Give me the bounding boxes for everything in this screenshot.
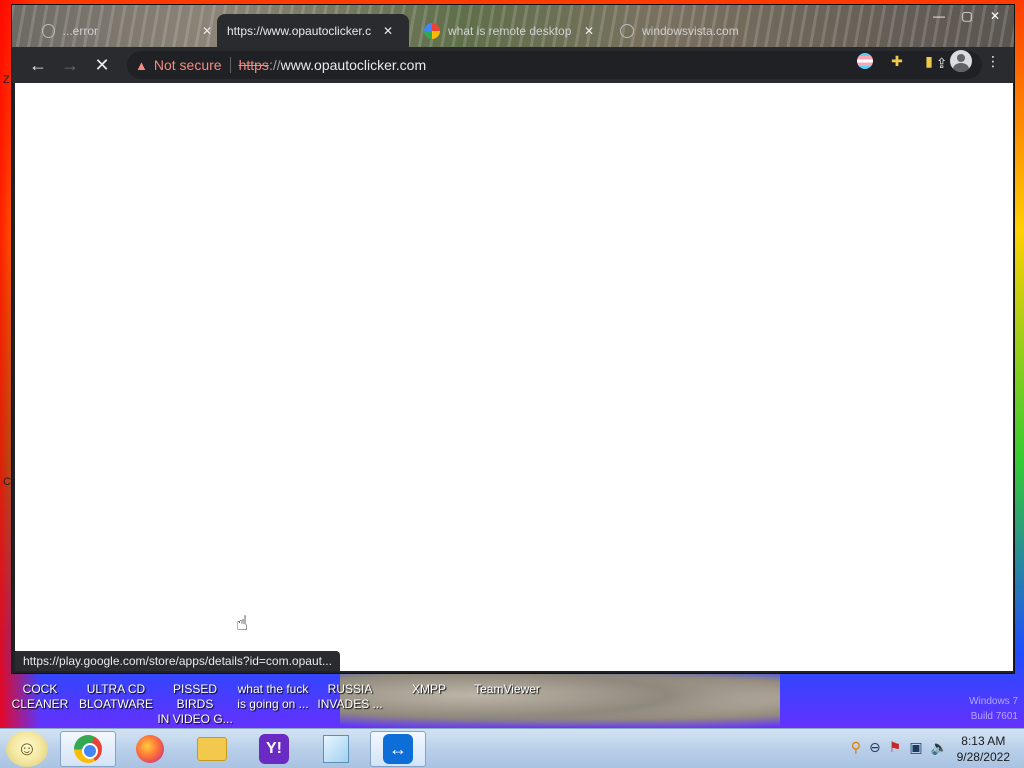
url-scheme: https <box>238 57 269 73</box>
clock[interactable]: 8:13 AM 9/28/2022 <box>957 733 1010 765</box>
desktop-edge-letter: C <box>3 476 11 488</box>
tab-opautoclicker[interactable]: https://www.opautoclicker.c ✕ <box>217 14 409 47</box>
icon-label: PISSED BIRDS <box>172 682 217 711</box>
back-arrow-icon[interactable]: ← <box>22 49 54 81</box>
volume-icon[interactable]: 🔈 <box>931 739 948 756</box>
close-icon[interactable]: ✕ <box>383 24 393 38</box>
search-icon[interactable]: ⚲ <box>851 739 861 756</box>
forward-arrow-icon[interactable]: → <box>54 49 86 81</box>
windows-build-watermark: Windows 7 Build 7601 <box>969 694 1018 724</box>
tab-title: ...error <box>62 23 98 38</box>
folder-icon <box>197 737 227 761</box>
icon-label: TeamViewer <box>474 682 540 696</box>
minus-circle-icon[interactable]: ⊖ <box>869 739 881 756</box>
desktop-icon-xmpp[interactable]: XMPP <box>391 682 467 697</box>
tab-error[interactable]: ...error ✕ <box>32 14 222 47</box>
hand-cursor-icon: ☝ <box>236 613 249 635</box>
close-window-icon[interactable]: ✕ <box>982 7 1008 25</box>
tab-remote-desktop[interactable]: what is remote desktop ✕ <box>414 14 604 47</box>
start-button[interactable]: ☺ <box>6 731 48 767</box>
security-label[interactable]: Not secure <box>154 57 231 73</box>
taskbar: ☺ Y! ↔ ⚲ ⊖ ⚑ ▣ 🔈 8:13 AM 9/28/2022 <box>0 728 1024 768</box>
extensions-area: ✚ ▮ ⋮ <box>854 50 1004 72</box>
watermark-line: Windows 7 <box>969 696 1018 707</box>
tab-title: windowsvista.com <box>642 23 739 38</box>
url-host: www.opautoclicker.com <box>280 57 427 73</box>
teamviewer-icon: ↔ <box>383 734 413 764</box>
desktop-icon-pissed-birds[interactable]: PISSED BIRDS IN VIDEO G... <box>157 682 233 727</box>
desktop-edge-letter: Z <box>3 74 10 86</box>
smiley-icon: ☺ <box>16 737 38 760</box>
puzzle-icon[interactable]: ✚ <box>886 50 908 72</box>
desktop-icon-ultra-cd[interactable]: ULTRA CD BLOATWARE <box>78 682 154 712</box>
taskbar-firefox[interactable] <box>122 731 178 767</box>
taskbar-notepad[interactable] <box>308 731 364 767</box>
globe-icon <box>42 23 55 38</box>
icon-label: XMPP <box>411 682 446 696</box>
action-center-flag-icon[interactable]: ⚑ <box>889 739 902 756</box>
icon-label: what the fuck <box>237 682 309 696</box>
desktop-wallpaper-shoes <box>340 672 780 730</box>
icon-label: BLOATWARE <box>78 697 153 711</box>
icon-label: ULTRA CD <box>86 682 146 696</box>
notepad-icon <box>323 735 349 763</box>
icon-label: IN VIDEO G... <box>157 712 233 726</box>
browser-toolbar: ← → ✕ ▲ Not secure https :// www.opautoc… <box>12 47 1014 83</box>
window-controls: — ▢ ✕ <box>926 7 1008 25</box>
google-icon <box>424 22 440 39</box>
side-panel-icon[interactable]: ▮ <box>918 50 940 72</box>
stop-loading-icon[interactable]: ✕ <box>86 49 118 81</box>
icon-label: INVADES ... <box>317 697 383 711</box>
close-icon[interactable]: ✕ <box>202 24 212 38</box>
yahoo-icon: Y! <box>259 734 289 764</box>
page-content[interactable] <box>15 83 1013 671</box>
url-separator: :// <box>268 57 281 73</box>
desktop-icon-cock-cleaner[interactable]: COCK CLEANER <box>2 682 78 712</box>
desktop-icon-russia[interactable]: RUSSIA INVADES ... <box>312 682 388 712</box>
kebab-menu-icon[interactable]: ⋮ <box>982 50 1004 72</box>
taskbar-yahoo-messenger[interactable]: Y! <box>246 731 302 767</box>
avatar-icon[interactable] <box>950 50 972 72</box>
warning-icon: ▲ <box>135 57 148 73</box>
clock-time: 8:13 AM <box>961 734 1006 748</box>
taskbar-explorer[interactable] <box>184 731 240 767</box>
icon-label: RUSSIA <box>327 682 373 696</box>
pride-flag-extension-icon[interactable] <box>854 50 876 72</box>
icon-label: CLEANER <box>11 697 69 711</box>
status-bubble: https://play.google.com/store/apps/detai… <box>15 651 340 671</box>
network-icon[interactable]: ▣ <box>909 739 922 756</box>
minimize-icon[interactable]: — <box>926 7 952 25</box>
watermark-line: Build 7601 <box>970 711 1018 722</box>
icon-label: COCK <box>22 682 58 696</box>
chrome-icon <box>74 735 102 763</box>
tab-strip: ...error ✕ https://www.opautoclicker.c ✕… <box>12 5 1014 47</box>
taskbar-teamviewer[interactable]: ↔ <box>370 731 426 767</box>
icon-label: is going on ... <box>237 697 309 711</box>
taskbar-chrome[interactable] <box>60 731 116 767</box>
tab-title: https://www.opautoclicker.c <box>227 23 372 38</box>
firefox-icon <box>136 735 164 763</box>
desktop-icon-what-the[interactable]: what the fuck is going on ... <box>235 682 311 712</box>
clock-date: 9/28/2022 <box>956 750 1010 764</box>
tab-title: what is remote desktop <box>448 23 572 38</box>
desktop-icon-teamviewer[interactable]: TeamViewer <box>469 682 545 697</box>
maximize-icon[interactable]: ▢ <box>954 7 980 25</box>
tab-windowsvista[interactable]: windowsvista.com <box>610 14 810 47</box>
globe-icon <box>620 23 634 38</box>
chrome-window: ...error ✕ https://www.opautoclicker.c ✕… <box>11 4 1015 674</box>
system-tray: ⚲ ⊖ ⚑ ▣ 🔈 <box>851 739 948 756</box>
close-icon[interactable]: ✕ <box>584 24 594 38</box>
